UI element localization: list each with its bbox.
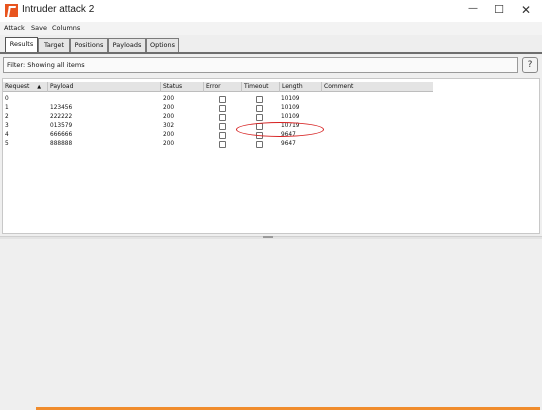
sort-ascending-icon: ▲ <box>37 84 42 90</box>
cell-length: 10109 <box>281 105 300 111</box>
cell-payload: 123456 <box>50 105 73 111</box>
cell-request: 2 <box>5 114 9 120</box>
column-header-length[interactable]: Length <box>280 82 322 92</box>
column-header-payload[interactable]: Payload <box>48 82 161 92</box>
annotation-ellipse <box>236 122 324 137</box>
cell-status: 200 <box>163 114 175 120</box>
menu-bar: Attack Save Columns <box>0 22 542 35</box>
error-checkbox <box>219 96 226 103</box>
cell-request: 3 <box>5 123 9 129</box>
burp-app-icon <box>5 4 18 17</box>
tab-divider <box>0 52 542 54</box>
cell-payload: 222222 <box>50 114 73 120</box>
error-checkbox <box>219 132 226 139</box>
maximize-button[interactable]: ☐ <box>484 2 514 19</box>
cell-status: 302 <box>163 123 175 129</box>
results-table-panel <box>2 78 540 234</box>
error-checkbox <box>219 141 226 148</box>
column-header-comment[interactable]: Comment <box>322 82 433 92</box>
error-checkbox <box>219 105 226 112</box>
timeout-checkbox <box>256 105 263 112</box>
cell-status: 200 <box>163 141 175 147</box>
close-button[interactable]: ✕ <box>511 2 541 19</box>
column-header-status[interactable]: Status <box>161 82 204 92</box>
error-checkbox <box>219 123 226 130</box>
tab-payloads[interactable]: Payloads <box>108 38 146 53</box>
cell-request: 5 <box>5 141 9 147</box>
menu-columns[interactable]: Columns <box>52 24 80 32</box>
split-grip-handle[interactable] <box>263 236 273 238</box>
cell-length: 10109 <box>281 96 300 102</box>
menu-save[interactable]: Save <box>31 24 47 32</box>
filter-label: Filter: Showing all items <box>7 61 85 69</box>
tab-positions[interactable]: Positions <box>70 38 108 53</box>
cell-payload: 888888 <box>50 141 73 147</box>
tab-results[interactable]: Results <box>5 37 38 53</box>
cell-status: 200 <box>163 132 175 138</box>
tab-target[interactable]: Target <box>38 38 70 53</box>
cell-request: 4 <box>5 132 9 138</box>
cell-status: 200 <box>163 96 175 102</box>
column-label-request: Request <box>5 83 30 90</box>
help-icon[interactable]: ? <box>522 57 538 73</box>
table-header: Request ▲ Payload Status Error Timeout L… <box>3 82 433 92</box>
column-header-request[interactable]: Request ▲ <box>3 82 48 92</box>
cell-length: 9647 <box>281 141 296 147</box>
request-response-pane <box>0 239 542 410</box>
column-header-error[interactable]: Error <box>204 82 242 92</box>
menu-attack[interactable]: Attack <box>4 24 25 32</box>
tab-options[interactable]: Options <box>146 38 179 53</box>
cell-payload: 666666 <box>50 132 73 138</box>
cell-length: 10109 <box>281 114 300 120</box>
cell-request: 1 <box>5 105 9 111</box>
timeout-checkbox <box>256 114 263 121</box>
timeout-checkbox <box>256 141 263 148</box>
timeout-checkbox <box>256 96 263 103</box>
title-bar: Intruder attack 2 — ☐ ✕ <box>0 0 542 22</box>
cell-status: 200 <box>163 105 175 111</box>
window-title: Intruder attack 2 <box>22 4 95 15</box>
cell-request: 0 <box>5 96 9 102</box>
column-header-timeout[interactable]: Timeout <box>242 82 280 92</box>
filter-bar[interactable]: Filter: Showing all items <box>3 57 518 73</box>
cell-payload: 013579 <box>50 123 73 129</box>
error-checkbox <box>219 114 226 121</box>
